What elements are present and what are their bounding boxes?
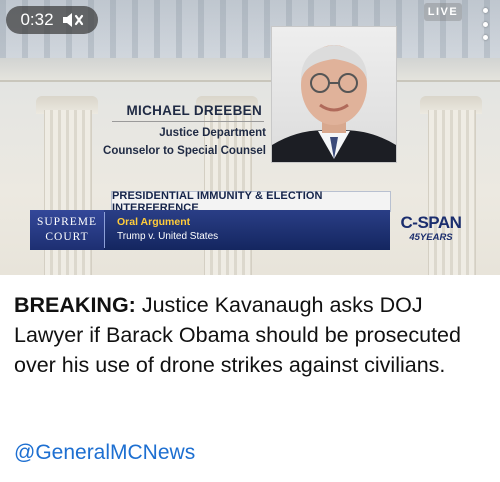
breaking-label: BREAKING: bbox=[14, 293, 136, 317]
network-years: 45YEARS bbox=[409, 232, 453, 243]
speaker-muted-icon[interactable] bbox=[62, 12, 84, 28]
court-line1: SUPREME bbox=[36, 216, 98, 228]
speaker-photo bbox=[271, 26, 397, 163]
topic-banner: PRESIDENTIAL IMMUNITY & ELECTION INTERFE… bbox=[111, 190, 391, 214]
supreme-court-logo: SUPREME COURT bbox=[30, 210, 104, 250]
column-background bbox=[428, 110, 476, 275]
entablature-background bbox=[0, 58, 500, 82]
more-vertical-icon[interactable] bbox=[476, 8, 494, 40]
account-handle-link[interactable]: @GeneralMCNews bbox=[14, 441, 195, 465]
event-label: Oral Argument bbox=[117, 216, 191, 228]
lower-third-divider bbox=[104, 212, 105, 248]
speaker-name: MICHAEL DREEBEN bbox=[126, 103, 262, 118]
nameplate-divider bbox=[112, 121, 264, 122]
case-label: Trump v. United States bbox=[117, 231, 219, 242]
post-card: 0:32 LIVE MICHAEL DREEBEN Justice Depart… bbox=[0, 0, 500, 482]
video-time: 0:32 bbox=[20, 10, 54, 29]
speaker-title-line2: Counselor to Special Counsel bbox=[103, 145, 266, 157]
live-badge: LIVE bbox=[424, 3, 462, 21]
video-player[interactable]: 0:32 LIVE MICHAEL DREEBEN Justice Depart… bbox=[0, 0, 500, 275]
network-logo-text: C-SPAN bbox=[400, 213, 462, 232]
video-time-pill[interactable]: 0:32 bbox=[6, 6, 98, 34]
cspan-logo: C-SPAN 45YEARS bbox=[396, 214, 466, 250]
speaker-title-line1: Justice Department bbox=[159, 127, 266, 139]
speaker-title: Justice Department Counselor to Special … bbox=[60, 124, 266, 160]
court-line2: COURT bbox=[45, 231, 89, 243]
post-headline: BREAKING: Justice Kavanaugh asks DOJ Law… bbox=[14, 290, 494, 380]
